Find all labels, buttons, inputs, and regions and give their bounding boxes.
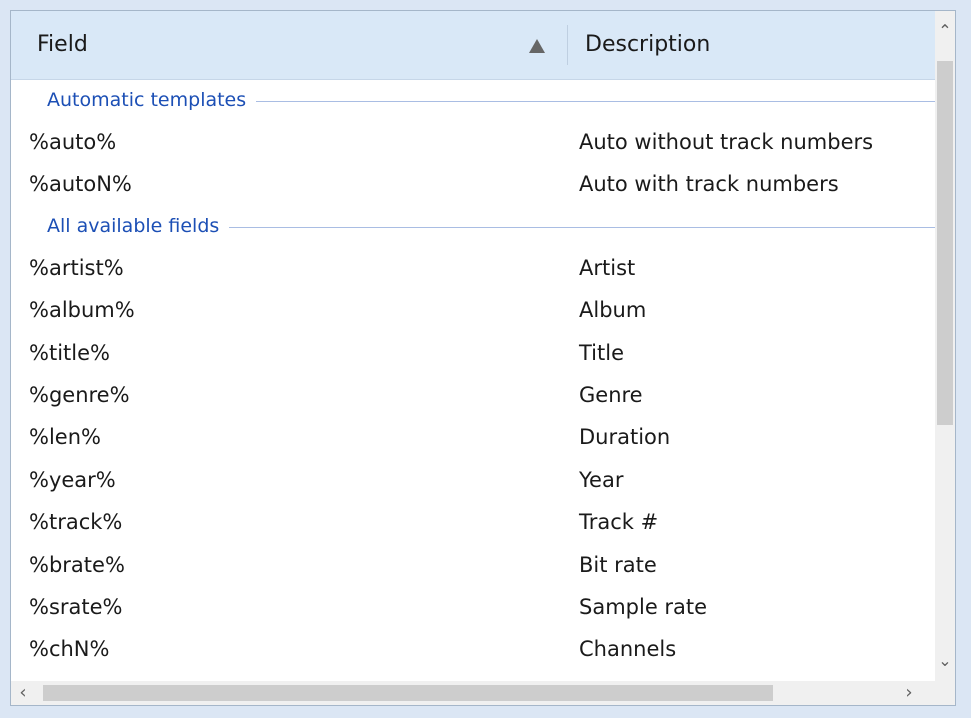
list-item[interactable]: %title% Title	[11, 332, 937, 374]
column-header-description[interactable]: Description	[585, 11, 710, 79]
list-item[interactable]: %auto% Auto without track numbers	[11, 121, 937, 163]
chevron-down-icon[interactable]: ⌄	[935, 651, 955, 670]
description-cell: Sample rate	[579, 594, 708, 619]
vertical-scrollbar[interactable]: ⌃ ⌄	[935, 11, 955, 683]
chevron-left-icon[interactable]: ‹	[13, 682, 33, 703]
field-cell: %genre%	[29, 382, 130, 407]
horizontal-scroll-thumb[interactable]	[43, 685, 773, 701]
group-header-all-available-fields[interactable]: All available fields	[11, 206, 937, 247]
description-cell: Artist	[579, 255, 636, 280]
vertical-scroll-thumb[interactable]	[937, 61, 953, 425]
chevron-up-icon[interactable]: ⌃	[935, 21, 955, 40]
description-cell: Year	[579, 467, 624, 492]
field-cell: %autoN%	[29, 172, 132, 197]
group-label: Automatic templates	[47, 82, 257, 118]
field-cell: %artist%	[29, 255, 124, 280]
list-item[interactable]: %chN% Channels	[11, 628, 937, 670]
description-cell: Auto without track numbers	[579, 130, 874, 154]
sort-ascending-icon[interactable]	[529, 39, 545, 53]
horizontal-scrollbar[interactable]: ‹ ›	[11, 681, 937, 705]
description-cell: Channels	[579, 637, 677, 662]
column-divider[interactable]	[567, 25, 568, 65]
field-cell: %brate%	[29, 552, 125, 577]
description-cell: Bit rate	[579, 552, 657, 577]
list-item[interactable]: %track% Track #	[11, 501, 937, 543]
field-cell: %srate%	[29, 594, 123, 619]
group-label: All available fields	[47, 207, 230, 244]
list-item[interactable]: %genre% Genre	[11, 374, 937, 416]
fields-list-view[interactable]: Field Description Automatic templates %a…	[10, 10, 956, 706]
description-cell: Genre	[579, 382, 643, 407]
field-cell: %title%	[29, 340, 110, 365]
description-cell: Album	[579, 298, 647, 323]
list-item[interactable]: %srate% Sample rate	[11, 586, 937, 628]
field-cell: %track%	[29, 510, 123, 535]
field-cell: %auto%	[29, 130, 117, 154]
field-cell: %album%	[29, 298, 135, 323]
list-item[interactable]: %album% Album	[11, 289, 937, 331]
list-header: Field Description	[11, 11, 937, 80]
chevron-right-icon[interactable]: ›	[899, 682, 919, 703]
group-header-automatic-templates[interactable]: Automatic templates	[11, 80, 937, 121]
list-item[interactable]: %autoN% Auto with track numbers	[11, 163, 937, 205]
list-item[interactable]: %year% Year	[11, 459, 937, 501]
field-cell: %year%	[29, 467, 116, 492]
field-cell: %chN%	[29, 637, 110, 662]
description-cell: Duration	[579, 425, 671, 450]
description-cell: Title	[579, 340, 625, 365]
scrollbar-corner	[935, 681, 955, 705]
column-header-field[interactable]: Field	[37, 11, 88, 79]
list-item[interactable]: %len% Duration	[11, 416, 937, 458]
list-body: Automatic templates %auto% Auto without …	[11, 80, 937, 671]
list-item[interactable]: %artist% Artist	[11, 247, 937, 289]
field-cell: %len%	[29, 425, 101, 450]
description-cell: Auto with track numbers	[579, 172, 839, 197]
description-cell: Track #	[579, 510, 659, 535]
list-item[interactable]: %brate% Bit rate	[11, 544, 937, 586]
